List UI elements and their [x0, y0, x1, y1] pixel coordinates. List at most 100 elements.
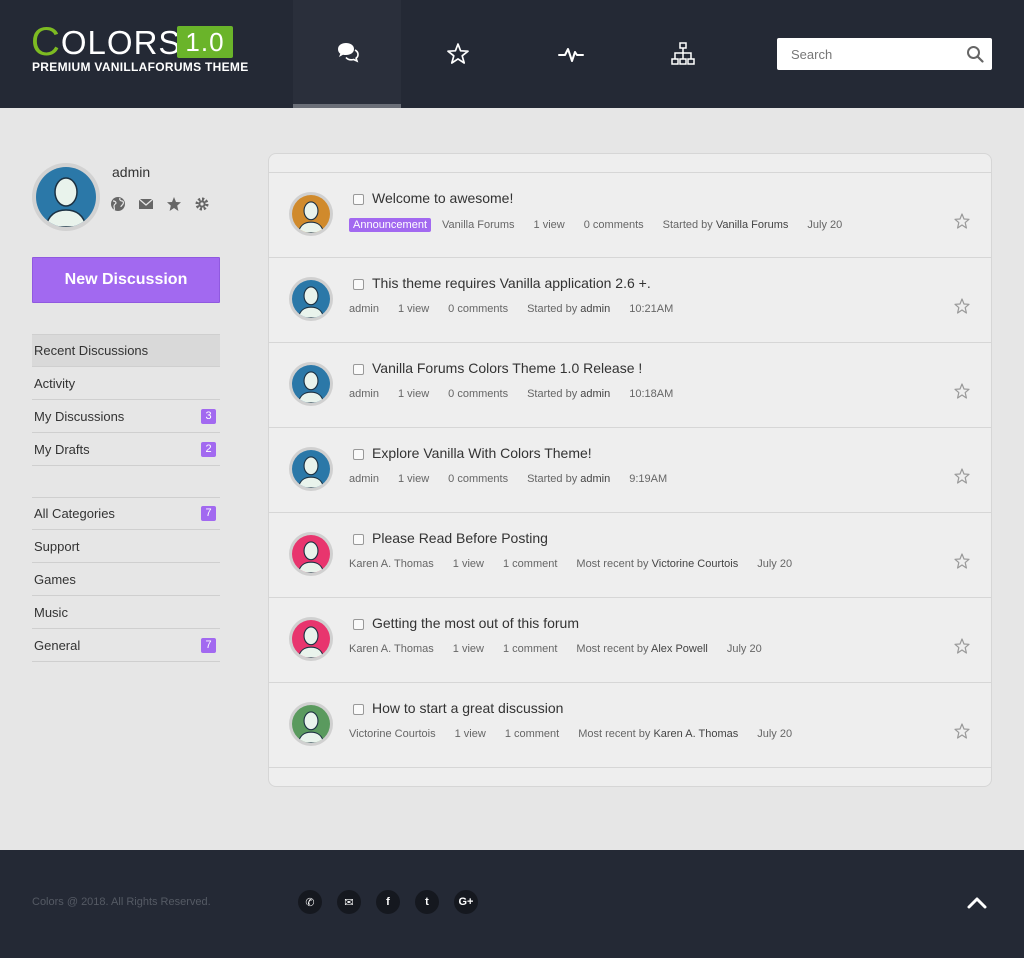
last-activity-user[interactable]: admin	[580, 473, 610, 485]
mail-icon[interactable]: ✉	[337, 890, 361, 914]
gear-icon[interactable]	[194, 196, 210, 212]
discussion-row[interactable]: How to start a great discussion Victorine…	[269, 683, 991, 768]
sidebar-item-my-discussions[interactable]: My Discussions 3	[32, 400, 220, 433]
categories-icon	[671, 42, 695, 65]
select-checkbox[interactable]	[353, 704, 364, 715]
user-silhouette-icon	[297, 456, 325, 488]
last-activity-user[interactable]: admin	[580, 388, 610, 400]
profile-actions	[110, 196, 210, 212]
discussion-author[interactable]: admin	[349, 388, 379, 400]
discussion-row[interactable]: This theme requires Vanilla application …	[269, 258, 991, 343]
twitter-icon[interactable]: t	[415, 890, 439, 914]
phone-icon[interactable]: ✆	[298, 890, 322, 914]
header: C OLORS 1.0 PREMIUM VANILLAFORUMS THEME	[0, 0, 1024, 108]
bookmark-star-icon[interactable]	[954, 723, 970, 739]
discussion-title[interactable]: Welcome to awesome!	[372, 190, 513, 206]
discussion-meta: admin 1 view 0 comments Started by admin 10:…	[349, 303, 692, 315]
author-avatar[interactable]	[289, 192, 333, 236]
author-avatar[interactable]	[289, 702, 333, 746]
author-avatar[interactable]	[289, 362, 333, 406]
discussion-row[interactable]: Getting the most out of this forum Karen …	[269, 598, 991, 683]
discussion-title[interactable]: How to start a great discussion	[372, 700, 563, 716]
user-silhouette-icon	[45, 177, 87, 227]
discussion-title[interactable]: This theme requires Vanilla application …	[372, 275, 651, 291]
discussion-author[interactable]: Vanilla Forums	[442, 219, 515, 231]
view-count: 1 view	[397, 473, 430, 485]
chevron-up-icon[interactable]	[966, 894, 988, 910]
sidebar-item-my-drafts[interactable]: My Drafts 2	[32, 433, 220, 466]
select-checkbox[interactable]	[353, 279, 364, 290]
announcement-tag[interactable]: Announcement	[349, 218, 431, 232]
select-checkbox[interactable]	[353, 364, 364, 375]
author-avatar[interactable]	[289, 447, 333, 491]
last-activity-user[interactable]: admin	[580, 303, 610, 315]
bookmark-star-icon[interactable]	[954, 298, 970, 314]
last-activity-user[interactable]: Vanilla Forums	[716, 219, 789, 231]
discussion-row[interactable]: Vanilla Forums Colors Theme 1.0 Release …	[269, 343, 991, 428]
select-checkbox[interactable]	[353, 449, 364, 460]
discussion-meta: admin 1 view 0 comments Started by admin 10:…	[349, 388, 692, 400]
comment-count: 0 comments	[448, 303, 509, 315]
discussion-meta: Victorine Courtois 1 view 1 comment Most re…	[349, 728, 811, 740]
discussion-title[interactable]: Explore Vanilla With Colors Theme!	[372, 445, 592, 461]
select-checkbox[interactable]	[353, 534, 364, 545]
avatar	[292, 280, 330, 318]
google-plus-icon[interactable]: G+	[454, 890, 478, 914]
discussion-date: July 20	[807, 219, 843, 231]
author-avatar[interactable]	[289, 617, 333, 661]
bookmark-star-icon[interactable]	[954, 553, 970, 569]
discussion-title[interactable]: Vanilla Forums Colors Theme 1.0 Release …	[372, 360, 642, 376]
bookmark-star-icon[interactable]	[954, 213, 970, 229]
bookmark-star-icon[interactable]	[954, 468, 970, 484]
nav-tab-bookmarks[interactable]	[404, 0, 512, 108]
discussion-author[interactable]: Victorine Courtois	[349, 728, 436, 740]
sidebar-item-music[interactable]: Music	[32, 596, 220, 629]
nav-tab-discussions[interactable]	[293, 0, 401, 108]
discussion-author[interactable]: admin	[349, 303, 379, 315]
facebook-icon[interactable]: f	[376, 890, 400, 914]
sidebar-item-all-categories[interactable]: All Categories 7	[32, 497, 220, 530]
sidebar-item-support[interactable]: Support	[32, 530, 220, 563]
last-activity-label: Most recent by	[578, 728, 651, 740]
discussion-author[interactable]: Karen A. Thomas	[349, 643, 434, 655]
new-discussion-button[interactable]: New Discussion	[32, 257, 220, 303]
discussion-author[interactable]: Karen A. Thomas	[349, 558, 434, 570]
last-activity-user[interactable]: Karen A. Thomas	[653, 728, 738, 740]
sidebar-item-games[interactable]: Games	[32, 563, 220, 596]
sidebar-item-activity[interactable]: Activity	[32, 367, 220, 400]
copyright-text: Colors @ 2018. All Rights Reserved.	[32, 896, 211, 908]
sidebar-item-label: All Categories	[34, 506, 115, 521]
select-checkbox[interactable]	[353, 619, 364, 630]
last-activity-user[interactable]: Alex Powell	[651, 643, 708, 655]
discussion-title[interactable]: Please Read Before Posting	[372, 530, 548, 546]
nav-tab-categories[interactable]	[629, 0, 737, 108]
discussion-row[interactable]: Please Read Before Posting Karen A. Thoma…	[269, 513, 991, 598]
select-checkbox[interactable]	[353, 194, 364, 205]
author-avatar[interactable]	[289, 532, 333, 576]
discussion-row[interactable]: Explore Vanilla With Colors Theme! admin 1…	[269, 428, 991, 513]
search-icon[interactable]	[966, 45, 984, 63]
comment-count: 1 comment	[504, 728, 560, 740]
sidebar-item-label: Recent Discussions	[34, 343, 149, 358]
user-silhouette-icon	[297, 711, 325, 743]
discussion-author[interactable]: admin	[349, 473, 379, 485]
last-activity: Started by admin	[527, 473, 610, 485]
nav-tab-activity[interactable]	[517, 0, 625, 108]
sidebar-item-recent-discussions[interactable]: Recent Discussions	[32, 334, 220, 367]
footer: Colors @ 2018. All Rights Reserved. ✆ ✉ …	[0, 850, 1024, 958]
discussions-icon	[338, 43, 359, 63]
last-activity-user[interactable]: Victorine Courtois	[652, 558, 739, 570]
discussion-row[interactable]: Welcome to awesome! Announcement Vanilla F…	[269, 173, 991, 258]
sidebar-item-general[interactable]: General 7	[32, 629, 220, 662]
bookmark-star-icon[interactable]	[954, 383, 970, 399]
profile-name[interactable]: admin	[112, 164, 150, 180]
discussion-title[interactable]: Getting the most out of this forum	[372, 615, 579, 631]
bookmark-star-icon[interactable]	[954, 638, 970, 654]
profile-avatar[interactable]	[32, 163, 100, 231]
mail-icon[interactable]	[138, 196, 154, 212]
star-icon[interactable]	[166, 196, 182, 212]
author-avatar[interactable]	[289, 277, 333, 321]
search-input[interactable]	[777, 38, 957, 70]
globe-icon[interactable]	[110, 196, 126, 212]
logo[interactable]: C OLORS 1.0 PREMIUM VANILLAFORUMS THEME	[31, 22, 248, 80]
